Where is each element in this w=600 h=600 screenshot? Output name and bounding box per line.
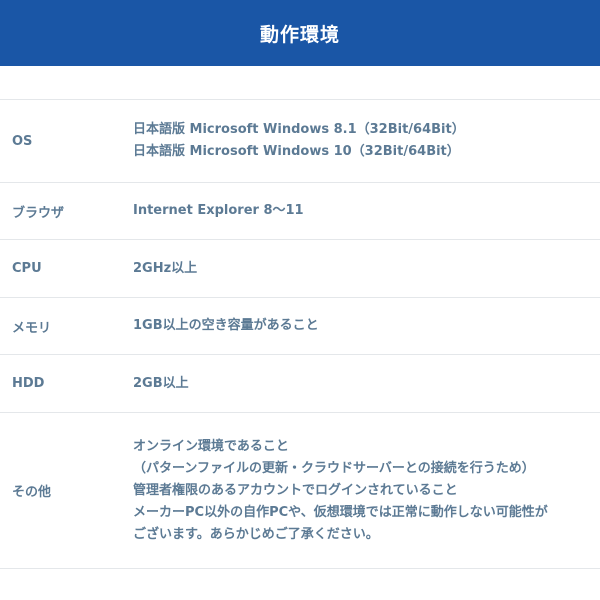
spec-value-line: 日本語版 Microsoft Windows 8.1（32Bit/64Bit） — [133, 122, 465, 137]
spec-value-line: メーカーPC以外の自作PCや、仮想環境では正常に動作しない可能性が — [133, 504, 548, 520]
spec-label: CPU — [12, 261, 42, 276]
spec-row-browser: ブラウザ Internet Explorer 8〜11 — [0, 183, 600, 240]
header-bar: 動作環境 — [0, 0, 600, 66]
spec-value: 1GB以上の空き容量があること — [133, 315, 600, 337]
spec-value: 2GB以上 — [133, 373, 600, 395]
spec-value-line: （パターンファイルの更新・クラウドサーバーとの接続を行うため） — [133, 460, 535, 476]
spec-value: Internet Explorer 8〜11 — [133, 200, 600, 222]
spec-value-line: 日本語版 Microsoft Windows 10（32Bit/64Bit） — [133, 144, 460, 159]
spec-label: その他 — [12, 485, 52, 500]
spec-table: OS 日本語版 Microsoft Windows 8.1（32Bit/64Bi… — [0, 99, 600, 569]
spec-value-line: 2GB以上 — [133, 375, 189, 391]
spec-row-cpu: CPU 2GHz以上 — [0, 240, 600, 298]
spec-value-line: 管理者権限のあるアカウントでログインされていること — [133, 482, 458, 498]
spec-label: メモリ — [12, 320, 52, 336]
spec-row-os: OS 日本語版 Microsoft Windows 8.1（32Bit/64Bi… — [0, 100, 600, 183]
page-title: 動作環境 — [259, 23, 340, 46]
spec-value: 2GHz以上 — [133, 258, 600, 280]
spec-value-line: 1GB以上の空き容量があること — [133, 318, 319, 333]
spec-value-line: ございます。あらかじめご了承ください。 — [133, 526, 379, 542]
spec-value-line: Internet Explorer 8〜11 — [133, 203, 304, 218]
spec-row-memory: メモリ 1GB以上の空き容量があること — [0, 298, 600, 355]
spec-label: HDD — [12, 376, 45, 391]
spec-value: オンライン環境であること （パターンファイルの更新・クラウドサーバーとの接続を行… — [133, 436, 600, 546]
spec-value-line: オンライン環境であること — [133, 438, 289, 454]
spec-row-hdd: HDD 2GB以上 — [0, 355, 600, 413]
spec-value: 日本語版 Microsoft Windows 8.1（32Bit/64Bit） … — [133, 119, 600, 163]
spec-label: OS — [12, 133, 33, 149]
spec-row-other: その他 オンライン環境であること （パターンファイルの更新・クラウドサーバーとの… — [0, 413, 600, 569]
spec-value-line: 2GHz以上 — [133, 260, 198, 276]
spec-label: ブラウザ — [12, 205, 65, 221]
